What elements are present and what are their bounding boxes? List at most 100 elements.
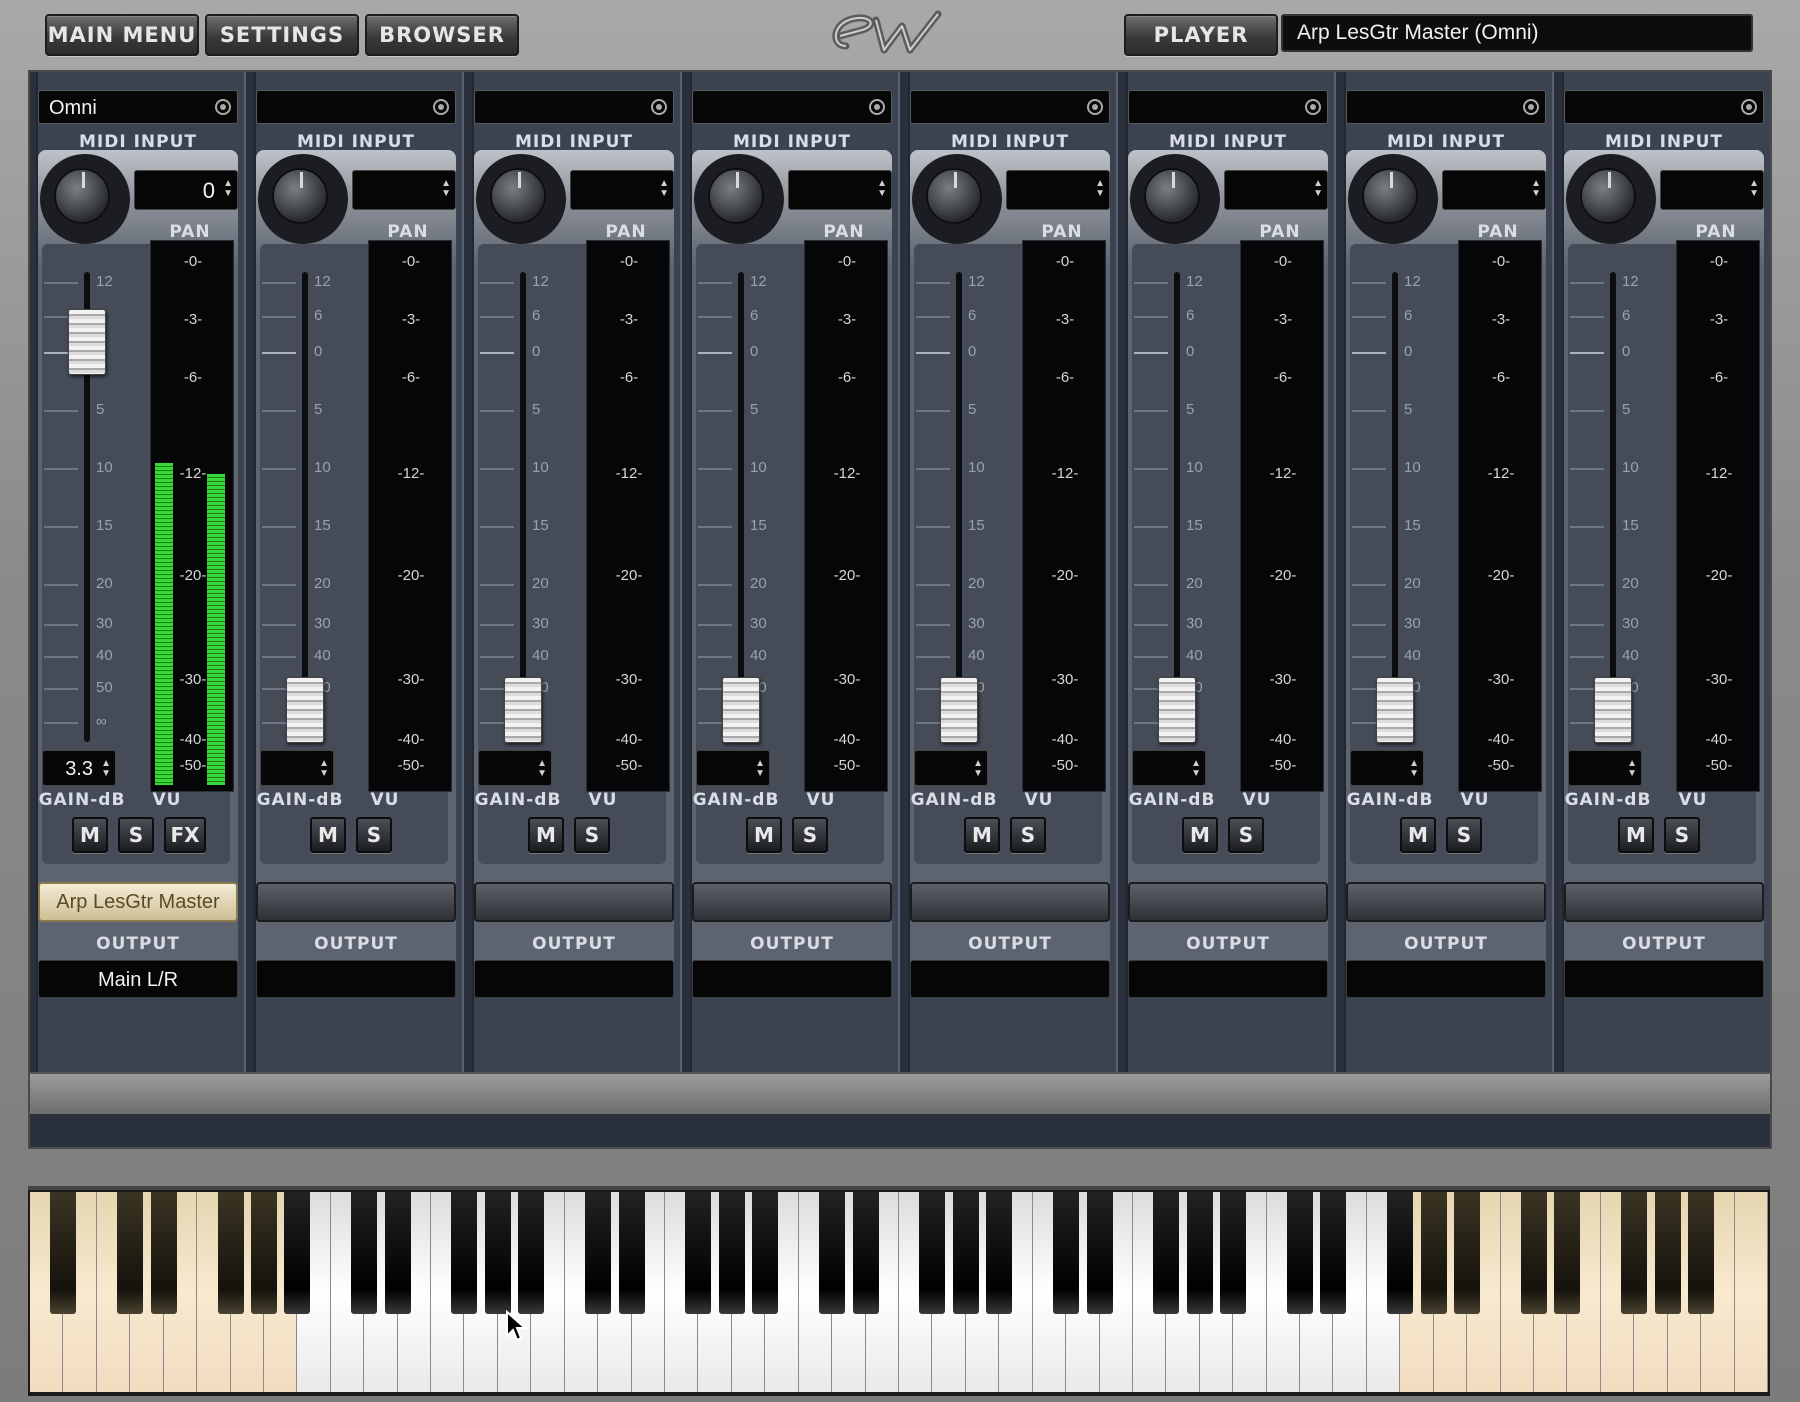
midi-input-selector[interactable] bbox=[474, 90, 674, 124]
mute-button[interactable]: M bbox=[72, 817, 108, 853]
player-button[interactable]: PLAYER bbox=[1124, 14, 1278, 56]
pan-knob-icon[interactable] bbox=[272, 168, 328, 224]
black-key[interactable] bbox=[518, 1192, 544, 1314]
black-key[interactable] bbox=[485, 1192, 511, 1314]
browser-button[interactable]: BROWSER bbox=[365, 14, 519, 56]
spinner-arrows-icon[interactable]: ▲ ▼ bbox=[973, 759, 983, 779]
black-key[interactable] bbox=[1688, 1192, 1714, 1314]
gain-value-field[interactable]: ▲ ▼ bbox=[1568, 750, 1642, 786]
black-key[interactable] bbox=[1287, 1192, 1313, 1314]
gain-value-field[interactable]: ▲ ▼ bbox=[260, 750, 334, 786]
gain-value-field[interactable]: ▲ ▼ bbox=[1350, 750, 1424, 786]
pan-value-field[interactable]: ▲ ▼ bbox=[1006, 170, 1110, 210]
pan-knob-icon[interactable] bbox=[490, 168, 546, 224]
gain-value-field[interactable]: ▲ ▼ bbox=[696, 750, 770, 786]
pan-knob-icon[interactable] bbox=[926, 168, 982, 224]
pan-value-field[interactable]: ▲ ▼ bbox=[788, 170, 892, 210]
black-key[interactable] bbox=[752, 1192, 778, 1314]
fader-thumb[interactable] bbox=[722, 677, 760, 743]
black-key[interactable] bbox=[1153, 1192, 1179, 1314]
output-selector[interactable] bbox=[692, 960, 892, 998]
output-selector[interactable] bbox=[910, 960, 1110, 998]
instrument-slot[interactable] bbox=[474, 882, 674, 922]
solo-button[interactable]: S bbox=[574, 817, 610, 853]
fader-thumb[interactable] bbox=[940, 677, 978, 743]
pan-value-field[interactable]: ▲ ▼ bbox=[1660, 170, 1764, 210]
black-key[interactable] bbox=[1454, 1192, 1480, 1314]
spinner-arrows-icon[interactable]: ▲ ▼ bbox=[223, 179, 233, 199]
solo-button[interactable]: S bbox=[1446, 817, 1482, 853]
fader-thumb[interactable] bbox=[286, 677, 324, 743]
black-key[interactable] bbox=[1655, 1192, 1681, 1314]
mute-button[interactable]: M bbox=[310, 817, 346, 853]
mute-button[interactable]: M bbox=[1182, 817, 1218, 853]
fader-thumb[interactable] bbox=[1376, 677, 1414, 743]
pan-knob-icon[interactable] bbox=[1144, 168, 1200, 224]
gain-value-field[interactable]: ▲ ▼ bbox=[1132, 750, 1206, 786]
black-key[interactable] bbox=[1621, 1192, 1647, 1314]
spinner-arrows-icon[interactable]: ▲ ▼ bbox=[755, 759, 765, 779]
black-key[interactable] bbox=[351, 1192, 377, 1314]
black-key[interactable] bbox=[218, 1192, 244, 1314]
midi-input-selector[interactable] bbox=[1564, 90, 1764, 124]
keyboard[interactable] bbox=[28, 1186, 1770, 1396]
mute-button[interactable]: M bbox=[528, 817, 564, 853]
black-key[interactable] bbox=[451, 1192, 477, 1314]
mute-button[interactable]: M bbox=[1400, 817, 1436, 853]
midi-input-selector[interactable] bbox=[256, 90, 456, 124]
black-key[interactable] bbox=[919, 1192, 945, 1314]
instrument-slot[interactable] bbox=[256, 882, 456, 922]
black-key[interactable] bbox=[117, 1192, 143, 1314]
fader-thumb[interactable] bbox=[504, 677, 542, 743]
instrument-slot[interactable]: Arp LesGtr Master bbox=[38, 882, 238, 922]
spinner-arrows-icon[interactable]: ▲ ▼ bbox=[537, 759, 547, 779]
solo-button[interactable]: S bbox=[1228, 817, 1264, 853]
pan-value-field[interactable]: ▲ ▼ bbox=[352, 170, 456, 210]
mute-button[interactable]: M bbox=[1618, 817, 1654, 853]
pan-value-field[interactable]: ▲ ▼ bbox=[570, 170, 674, 210]
black-key[interactable] bbox=[151, 1192, 177, 1314]
fx-button[interactable]: FX bbox=[164, 817, 206, 853]
solo-button[interactable]: S bbox=[792, 817, 828, 853]
pan-knob-icon[interactable] bbox=[1362, 168, 1418, 224]
fader-thumb[interactable] bbox=[1158, 677, 1196, 743]
spinner-arrows-icon[interactable]: ▲ ▼ bbox=[659, 179, 669, 199]
solo-button[interactable]: S bbox=[1010, 817, 1046, 853]
black-key[interactable] bbox=[819, 1192, 845, 1314]
midi-input-selector[interactable] bbox=[1128, 90, 1328, 124]
gain-value-field[interactable]: ▲ ▼ bbox=[478, 750, 552, 786]
black-key[interactable] bbox=[284, 1192, 310, 1314]
pan-value-field[interactable]: 0 ▲ ▼ bbox=[134, 170, 238, 210]
main-menu-button[interactable]: MAIN MENU bbox=[45, 14, 199, 56]
black-key[interactable] bbox=[1087, 1192, 1113, 1314]
fader-thumb[interactable] bbox=[1594, 677, 1632, 743]
black-key[interactable] bbox=[585, 1192, 611, 1314]
spinner-arrows-icon[interactable]: ▲ ▼ bbox=[1749, 179, 1759, 199]
spinner-arrows-icon[interactable]: ▲ ▼ bbox=[1095, 179, 1105, 199]
black-key[interactable] bbox=[1053, 1192, 1079, 1314]
pan-value-field[interactable]: ▲ ▼ bbox=[1224, 170, 1328, 210]
gain-value-field[interactable]: ▲ ▼ bbox=[914, 750, 988, 786]
spinner-arrows-icon[interactable]: ▲ ▼ bbox=[1313, 179, 1323, 199]
midi-input-selector[interactable] bbox=[692, 90, 892, 124]
output-selector[interactable]: Main L/R bbox=[38, 960, 238, 998]
instrument-slot[interactable] bbox=[692, 882, 892, 922]
midi-input-selector[interactable] bbox=[1346, 90, 1546, 124]
black-key[interactable] bbox=[1187, 1192, 1213, 1314]
instrument-slot[interactable] bbox=[910, 882, 1110, 922]
mute-button[interactable]: M bbox=[964, 817, 1000, 853]
output-selector[interactable] bbox=[1128, 960, 1328, 998]
black-key[interactable] bbox=[251, 1192, 277, 1314]
spinner-arrows-icon[interactable]: ▲ ▼ bbox=[877, 179, 887, 199]
spinner-arrows-icon[interactable]: ▲ ▼ bbox=[1627, 759, 1637, 779]
spinner-arrows-icon[interactable]: ▲ ▼ bbox=[1531, 179, 1541, 199]
output-selector[interactable] bbox=[474, 960, 674, 998]
midi-input-selector[interactable] bbox=[910, 90, 1110, 124]
black-key[interactable] bbox=[685, 1192, 711, 1314]
black-key[interactable] bbox=[853, 1192, 879, 1314]
black-key[interactable] bbox=[50, 1192, 76, 1314]
output-selector[interactable] bbox=[1346, 960, 1546, 998]
black-key[interactable] bbox=[953, 1192, 979, 1314]
spinner-arrows-icon[interactable]: ▲ ▼ bbox=[441, 179, 451, 199]
fader-thumb[interactable] bbox=[68, 309, 106, 375]
